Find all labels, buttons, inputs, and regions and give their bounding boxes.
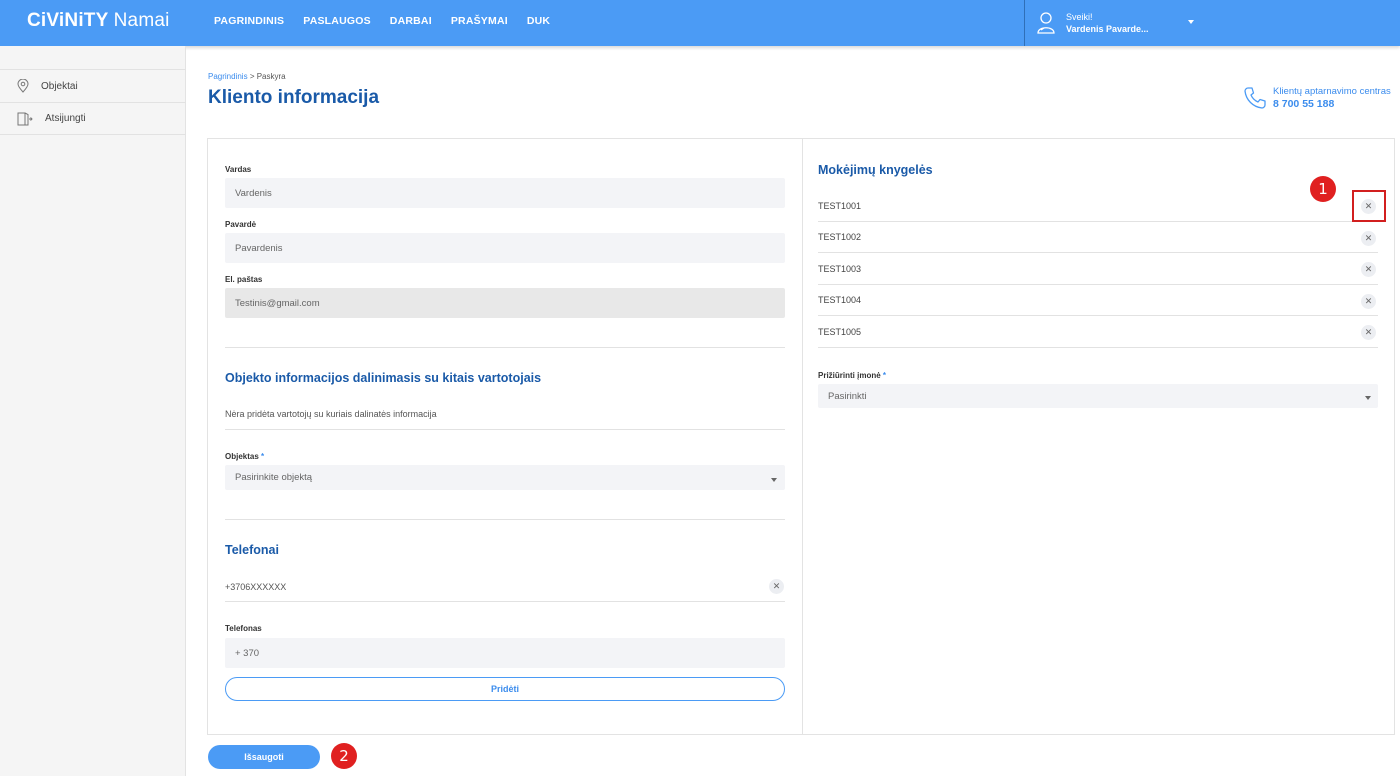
object-label: Objektas * (225, 452, 264, 461)
phone-icon (1244, 87, 1266, 109)
remove-phone-close-icon[interactable]: ✕ (769, 579, 784, 594)
divider (225, 347, 785, 348)
nav-paslaugos[interactable]: PASLAUGOS (303, 15, 371, 27)
payment-book-id: TEST1004 (818, 294, 862, 305)
top-bar: CiViNiTY Namai PAGRINDINIS PASLAUGOS DAR… (0, 0, 1400, 46)
remove-book-close-icon[interactable]: ✕ (1361, 294, 1376, 309)
sidebar-item-label: Atsijungti (45, 113, 86, 124)
chevron-down-icon[interactable] (1188, 20, 1194, 24)
first-name-field[interactable]: Vardenis (225, 178, 785, 208)
nav-pagrindinis[interactable]: PAGRINDINIS (214, 15, 284, 27)
nav-duk[interactable]: DUK (527, 15, 550, 27)
location-pin-icon (17, 79, 29, 93)
chevron-down-icon[interactable] (1365, 396, 1371, 400)
payment-book-id: TEST1003 (818, 263, 862, 274)
annotation-marker-1: 1 (1310, 176, 1336, 202)
last-name-label: Pavardė (225, 220, 257, 229)
column-divider (802, 138, 803, 735)
sidebar: Objektai Atsijungti (0, 46, 186, 776)
company-select[interactable]: Pasirinkti (818, 384, 1378, 408)
logo-bold-text: CiViNiTY (27, 10, 109, 31)
company-label-text: Prižiūrinti įmonė (818, 371, 881, 380)
breadcrumb-current: Paskyra (256, 72, 286, 81)
sidebar-item-objektai[interactable]: Objektai (0, 69, 186, 102)
user-text: Sveiki! Vardenis Pavarde... (1066, 11, 1149, 35)
list-item: TEST1004 (818, 284, 1378, 316)
phone-entry: +3706XXXXXX (225, 582, 287, 592)
sharing-empty-text: Nėra pridėta vartotojų su kuriais dalina… (225, 409, 437, 419)
user-greeting: Sveiki! (1066, 12, 1093, 22)
phone-input[interactable]: + 370 (225, 638, 785, 668)
list-item: TEST1003 (818, 253, 1378, 285)
breadcrumb-home-link[interactable]: Pagrindinis (208, 72, 248, 81)
phones-section-title: Telefonai (225, 543, 279, 557)
payment-book-id: TEST1001 (818, 200, 862, 211)
company-label: Prižiūrinti įmonė * (818, 371, 886, 380)
list-item: TEST1001 (818, 190, 1378, 222)
required-mark: * (882, 371, 887, 380)
list-item: TEST1005 (818, 316, 1378, 348)
remove-book-close-icon[interactable]: ✕ (1361, 231, 1376, 246)
first-name-label: Vardas (225, 165, 252, 174)
sidebar-item-atsijungti[interactable]: Atsijungti (0, 102, 186, 135)
payment-book-id: TEST1005 (818, 326, 862, 337)
last-name-field[interactable]: Pavardenis (225, 233, 785, 263)
user-name: Vardenis Pavarde... (1066, 24, 1149, 34)
chevron-down-icon[interactable] (771, 478, 777, 482)
list-item: TEST1002 (818, 221, 1378, 253)
nav-prasymai[interactable]: PRAŠYMAI (451, 15, 508, 27)
sidebar-item-label: Objektai (41, 80, 78, 92)
save-button[interactable]: Išsaugoti (208, 745, 320, 769)
breadcrumb: Pagrindinis > Paskyra (208, 72, 286, 81)
page-title: Kliento informacija (208, 87, 380, 108)
logout-door-icon (17, 112, 33, 125)
add-phone-button[interactable]: Pridėti (225, 677, 785, 701)
phone-input-label: Telefonas (225, 624, 262, 633)
divider (225, 519, 785, 520)
email-label: El. paštas (225, 275, 263, 284)
user-icon (1037, 12, 1055, 34)
required-mark: * (261, 452, 265, 461)
annotation-marker-2: 2 (331, 743, 357, 769)
breadcrumb-separator: > (249, 72, 255, 81)
object-label-text: Objektas (225, 452, 259, 461)
main-nav: PAGRINDINIS PASLAUGOS DARBAI PRAŠYMAI DU… (214, 15, 569, 27)
user-menu[interactable]: Sveiki! Vardenis Pavarde... (1036, 11, 1149, 35)
remove-book-close-icon[interactable]: ✕ (1361, 262, 1376, 277)
sharing-section-title: Objekto informacijos dalinimasis su kita… (225, 371, 542, 385)
contact-phone: 8 700 55 188 (1273, 98, 1335, 110)
payment-books-title: Mokėjimų knygelės (818, 163, 933, 177)
contact-label: Klientų aptarnavimo centras (1273, 86, 1391, 97)
email-field: Testinis@gmail.com (225, 288, 785, 318)
logo-light-text: Namai (113, 10, 170, 31)
app-logo[interactable]: CiViNiTY Namai (27, 10, 170, 32)
divider (225, 429, 785, 430)
divider (225, 601, 785, 602)
remove-book-close-icon[interactable]: ✕ (1361, 325, 1376, 340)
contact-text: Klientų aptarnavimo centras 8 700 55 188 (1273, 86, 1391, 110)
nav-divider (1024, 0, 1025, 46)
annotation-highlight-box (1352, 190, 1386, 222)
object-select[interactable]: Pasirinkite objektą (225, 465, 785, 490)
customer-service-contact[interactable]: Klientų aptarnavimo centras 8 700 55 188 (1243, 86, 1391, 110)
payment-book-id: TEST1002 (818, 231, 862, 242)
nav-darbai[interactable]: DARBAI (390, 15, 432, 27)
